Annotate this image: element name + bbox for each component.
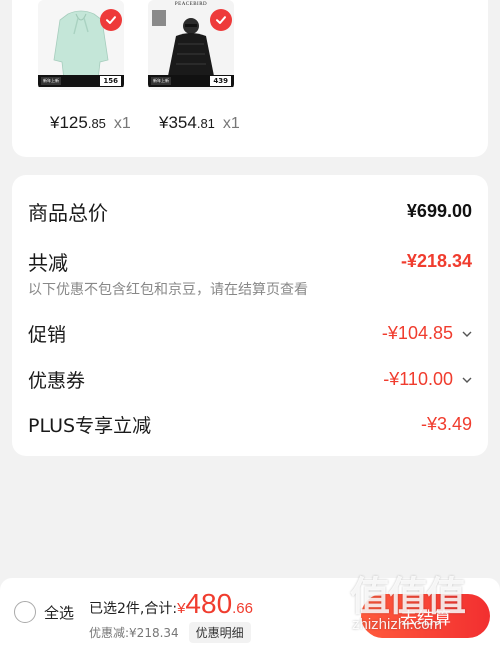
total-currency-symbol: ¥ <box>177 600 186 617</box>
price-summary-card: 商品总价 ¥699.00 共减 -¥218.34 以下优惠不包含红包和京豆，请在… <box>12 175 488 456</box>
select-all-radio[interactable] <box>14 601 36 623</box>
chevron-down-icon <box>462 331 472 338</box>
total-price-row: 商品总价 ¥699.00 <box>28 197 472 226</box>
selected-check-icon[interactable] <box>210 9 232 31</box>
promo-row[interactable]: 促销 -¥104.85 <box>28 320 472 347</box>
select-all-label[interactable]: 全选 <box>44 602 74 623</box>
promo-tag-bar: 新年上新 439 <box>148 75 234 87</box>
discount-line: 优惠减:¥218.34 优惠明细 <box>89 622 251 643</box>
price-decimal: .85 <box>87 116 106 131</box>
total-price-value: ¥699.00 <box>406 201 472 221</box>
product-price: ¥125 .85 x1 <box>50 113 131 133</box>
plus-label: PLUS专享立减 <box>28 415 152 437</box>
discount-detail-button[interactable]: 优惠明细 <box>188 622 251 643</box>
promo-tag-bar: 新年上新 156 <box>38 75 124 87</box>
coupon-label: 优惠券 <box>28 370 86 392</box>
total-reduce-label: 共减 <box>28 251 68 275</box>
checkout-button[interactable]: 去结算 <box>361 594 490 638</box>
total-reduce-row: 共减 -¥218.34 <box>28 247 472 276</box>
checkout-bar: 全选 已选2件,合计: ¥ 480 .66 优惠减:¥218.34 优惠明细 去… <box>0 578 500 647</box>
product-quantity: x1 <box>113 115 131 132</box>
coupon-value-wrap[interactable]: -¥110.00 <box>383 369 472 390</box>
product-thumbnail[interactable]: PEACEBIRD 新年上新 439 <box>148 0 234 90</box>
brand-text: PEACEBIRD <box>174 2 208 7</box>
total-reduce-value: -¥218.34 <box>400 251 472 271</box>
total-integer: 480 <box>185 588 233 619</box>
promo-tag-price: 439 <box>210 76 231 86</box>
promo-value-wrap[interactable]: -¥104.85 <box>382 323 472 344</box>
product-item[interactable]: 新年上新 156 <box>38 0 124 90</box>
total-price-label: 商品总价 <box>28 201 108 225</box>
price-integer: ¥125 <box>50 113 88 132</box>
product-item[interactable]: PEACEBIRD 新年上新 439 <box>148 0 234 90</box>
plus-row: PLUS专享立减 -¥3.49 <box>28 411 472 438</box>
product-thumbnail[interactable]: 新年上新 156 <box>38 0 124 90</box>
price-integer: ¥354 <box>159 113 197 132</box>
selected-count-text: 已选2件,合计: <box>89 601 178 617</box>
chevron-down-icon <box>462 377 472 384</box>
coupon-row[interactable]: 优惠券 -¥110.00 <box>28 366 472 393</box>
selected-check-icon[interactable] <box>100 9 122 31</box>
product-price: ¥354 .81 x1 <box>159 113 240 133</box>
promo-value: -¥104.85 <box>381 323 453 343</box>
promo-tag-chip: 新年上新 <box>151 77 171 85</box>
discount-note: 以下优惠不包含红包和京豆，请在结算页查看 <box>28 282 308 298</box>
promo-tag-chip: 新年上新 <box>41 77 61 85</box>
selected-total-line: 已选2件,合计: ¥ 480 .66 <box>89 590 253 618</box>
price-decimal: .81 <box>196 116 215 131</box>
promo-label: 促销 <box>28 324 67 346</box>
coupon-value: -¥110.00 <box>383 369 453 389</box>
discount-amount-text: 优惠减:¥218.34 <box>89 626 179 640</box>
product-quantity: x1 <box>222 115 240 132</box>
plus-value: -¥3.49 <box>420 414 472 434</box>
total-decimal: .66 <box>232 600 253 617</box>
promo-tag-price: 156 <box>100 76 121 86</box>
selected-products-card: 新年上新 156 PEACEBIRD 新年上新 439 ¥125 .85 x1 … <box>12 0 488 157</box>
